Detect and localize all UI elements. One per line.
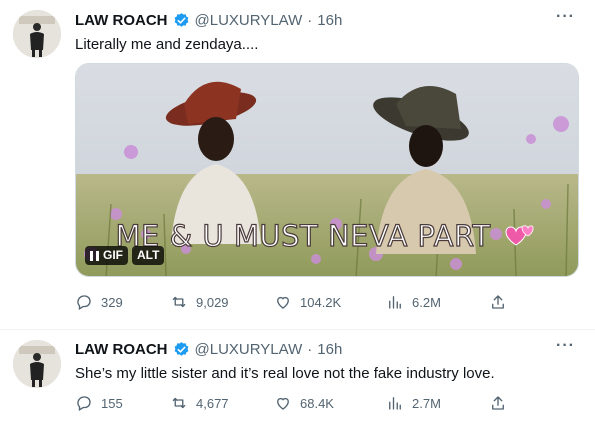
author-handle[interactable]: @LUXURYLAW [195, 12, 303, 29]
verified-badge-icon [174, 13, 188, 27]
more-options-icon[interactable]: ··· [556, 337, 575, 355]
tweet-header: LAW ROACH @LUXURYLAW · 16h [75, 341, 342, 358]
retweet-button[interactable]: 4,677 [170, 394, 274, 412]
views-icon [389, 397, 401, 410]
reply-button[interactable]: 155 [75, 394, 170, 412]
author-name[interactable]: LAW ROACH [75, 12, 168, 29]
heart-icon [277, 296, 289, 309]
share-icon [492, 396, 504, 410]
separator: · [307, 12, 313, 29]
timestamp[interactable]: 16h [317, 341, 342, 358]
views-button[interactable]: 6.2M [386, 293, 489, 311]
views-icon [389, 296, 401, 309]
retweet-icon [172, 397, 186, 409]
tweet-text: Literally me and zendaya.... [75, 36, 259, 53]
retweet-count: 4,677 [196, 395, 229, 411]
reply-icon [77, 396, 91, 411]
like-count: 68.4K [300, 395, 334, 411]
view-count: 6.2M [412, 294, 441, 310]
tweet-header: LAW ROACH @LUXURYLAW · 16h [75, 12, 342, 29]
like-button[interactable]: 104.2K [274, 293, 386, 311]
more-options-icon[interactable]: ··· [556, 8, 575, 26]
alt-badge[interactable]: ALT [132, 246, 165, 265]
gif-label: GIF [103, 248, 123, 262]
reply-button[interactable]: 329 [75, 293, 170, 311]
share-button[interactable] [489, 394, 507, 412]
gif-badges: GIF ALT [85, 246, 165, 265]
avatar[interactable] [13, 10, 61, 58]
heart-emoji-icon [505, 225, 534, 246]
timestamp[interactable]: 16h [317, 12, 342, 29]
like-button[interactable]: 68.4K [274, 394, 386, 412]
avatar[interactable] [13, 340, 61, 388]
share-button[interactable] [489, 293, 507, 311]
reply-icon [77, 295, 91, 310]
view-count: 2.7M [412, 395, 441, 411]
author-handle[interactable]: @LUXURYLAW [195, 341, 303, 358]
pause-icon [90, 250, 99, 261]
tweet-divider [0, 329, 595, 330]
tweet-actions: 155 4,677 68.4K 2.7M [75, 394, 579, 412]
retweet-button[interactable]: 9,029 [170, 293, 274, 311]
retweet-count: 9,029 [196, 294, 229, 310]
heart-icon [277, 397, 289, 410]
views-button[interactable]: 2.7M [386, 394, 489, 412]
like-count: 104.2K [300, 294, 342, 310]
author-name[interactable]: LAW ROACH [75, 341, 168, 358]
tweet-text: She’s my little sister and it’s real lov… [75, 365, 495, 382]
verified-badge-icon [174, 342, 188, 356]
share-icon [492, 295, 504, 309]
reply-count: 329 [101, 294, 123, 310]
retweet-icon [172, 296, 186, 308]
gif-badge[interactable]: GIF [85, 246, 128, 265]
tweet-actions: 329 9,029 104.2K 6.2M [75, 293, 579, 311]
reply-count: 155 [101, 395, 123, 411]
separator: · [307, 341, 313, 358]
